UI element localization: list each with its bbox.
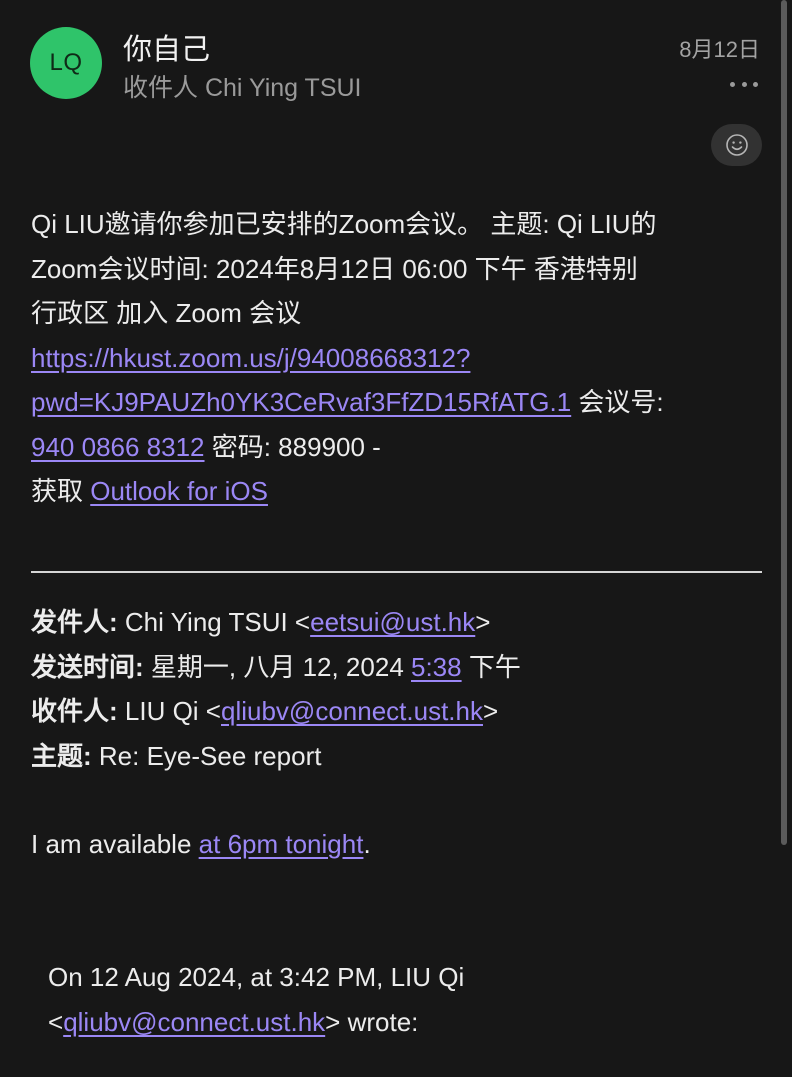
sent-date: 星期一, 八月 12, 2024 — [143, 651, 411, 682]
time-link[interactable]: at 6pm tonight — [199, 829, 364, 859]
quoted-header: 发件人: Chi Ying TSUI <eetsui@ust.hk> 发送时间:… — [31, 600, 771, 778]
smiley-face-icon — [725, 134, 748, 156]
scrollbar[interactable] — [781, 0, 787, 845]
react-button[interactable] — [711, 124, 762, 166]
from-name: Chi Ying TSUI < — [117, 607, 311, 637]
from-row: 发件人: Chi Ying TSUI <eetsui@ust.hk> — [31, 600, 771, 645]
zoom-meeting-link[interactable]: https://hkust.zoom.us/j/94008668312? — [31, 343, 470, 373]
get-label: 获取 — [31, 476, 91, 506]
more-options-button[interactable] — [730, 72, 758, 96]
quote-open: < — [48, 1006, 64, 1037]
more-dot-icon — [753, 81, 758, 87]
more-dot-icon — [741, 81, 747, 87]
body-line: Zoom会议时间: 2024年8月12日 06:00 下午 香港特别 — [31, 253, 638, 284]
sender-name: 你自己 — [123, 34, 211, 66]
message-date: 8月12日 — [679, 37, 760, 62]
to-name: LIU Qi < — [117, 696, 221, 726]
subject-row: 主题: Re: Eye-See report — [31, 734, 771, 779]
divider — [31, 571, 762, 573]
reply-suffix: . — [363, 829, 371, 859]
to-label: 收件人: — [31, 696, 118, 726]
sent-suffix: 下午 — [461, 651, 521, 682]
quote-close: > wrote: — [325, 1006, 419, 1037]
sent-time-link[interactable]: 5:38 — [411, 652, 462, 682]
to-close: > — [482, 696, 499, 726]
message-body: Qi LIU邀请你参加已安排的Zoom会议。 主题: Qi LIU的 Zoom会… — [31, 202, 766, 514]
meeting-id-line: 940 0866 8312 密码: 889900 - — [31, 425, 766, 470]
avatar[interactable]: LQ — [30, 27, 102, 99]
from-email-link[interactable]: eetsui@ust.hk — [310, 607, 475, 637]
reply-prefix: I am available — [31, 829, 199, 859]
outlook-line: 获取 Outlook for iOS — [31, 469, 766, 514]
zoom-link-line: https://hkust.zoom.us/j/94008668312? — [31, 336, 766, 381]
body-line: 行政区 加入 Zoom 会议 — [31, 298, 302, 328]
meeting-id-link[interactable]: 940 0866 8312 — [31, 432, 205, 462]
quote-block: On 12 Aug 2024, at 3:42 PM, LIU Qi <qliu… — [48, 955, 464, 1044]
subject-value: Re: Eye-See report — [91, 740, 322, 771]
password-text: 密码: 889900 - — [204, 431, 381, 462]
recipient-line[interactable]: 收件人 Chi Ying TSUI — [123, 68, 362, 104]
quote-line: On 12 Aug 2024, at 3:42 PM, LIU Qi — [48, 962, 465, 992]
sent-row: 发送时间: 星期一, 八月 12, 2024 5:38 下午 — [31, 645, 771, 690]
subject-label: 主题: — [31, 740, 92, 771]
from-label: 发件人: — [31, 607, 118, 637]
more-dot-icon — [730, 81, 735, 87]
meeting-id-label: 会议号: — [571, 387, 664, 417]
quote-line: <qliubv@connect.ust.hk> wrote: — [48, 1000, 464, 1045]
to-email-link[interactable]: qliubv@connect.ust.hk — [221, 696, 483, 726]
zoom-link-line: pwd=KJ9PAUZh0YK3CeRvaf3FfZD15RfATG.1 会议号… — [31, 380, 766, 425]
body-line: Qi LIU邀请你参加已安排的Zoom会议。 主题: Qi LIU的 — [31, 209, 657, 239]
outlook-ios-link[interactable]: Outlook for iOS — [90, 476, 268, 506]
sent-label: 发送时间: — [31, 651, 144, 682]
zoom-meeting-link[interactable]: pwd=KJ9PAUZh0YK3CeRvaf3FfZD15RfATG.1 — [31, 387, 571, 417]
reply-text: I am available at 6pm tonight. — [31, 822, 371, 866]
to-row: 收件人: LIU Qi <qliubv@connect.ust.hk> — [31, 689, 771, 734]
from-close: > — [475, 607, 491, 637]
quote-email-link[interactable]: qliubv@connect.ust.hk — [63, 1007, 325, 1037]
